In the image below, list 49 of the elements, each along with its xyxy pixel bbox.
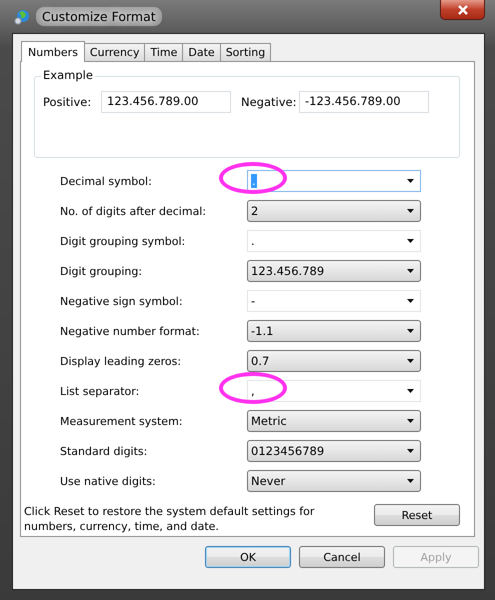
- setting-label: Negative number format:: [60, 324, 201, 338]
- dropdown[interactable]: Metric: [247, 410, 421, 432]
- close-button[interactable]: [440, 0, 485, 20]
- setting-label: Display leading zeros:: [60, 354, 182, 368]
- example-field: 123.456.789.00: [101, 91, 231, 113]
- setting-label: Digit grouping symbol:: [60, 234, 186, 248]
- caret-icon: [407, 179, 414, 183]
- caret-icon: [407, 269, 414, 273]
- setting-label: Measurement system:: [60, 414, 184, 428]
- setting-label: Digit grouping:: [60, 264, 144, 278]
- group-title: Example: [41, 68, 95, 82]
- dropdown[interactable]: Never: [247, 470, 421, 492]
- setting-label: Decimal symbol:: [60, 174, 153, 188]
- dropdown[interactable]: .: [247, 230, 421, 252]
- field-label: Negative:: [241, 95, 298, 109]
- caret-icon: [407, 389, 414, 393]
- dropdown[interactable]: 0.7: [247, 350, 421, 372]
- globe-icon: [14, 8, 30, 24]
- caret-icon: [407, 239, 414, 243]
- dialog-button[interactable]: OK: [205, 546, 291, 568]
- caret-icon: [407, 299, 414, 303]
- setting-label: List separator:: [60, 384, 140, 398]
- dropdown[interactable]: 123.456.789: [247, 260, 421, 282]
- dropdown[interactable]: -1.1: [247, 320, 421, 342]
- caret-icon: [407, 359, 414, 363]
- tab[interactable]: Time: [144, 43, 184, 61]
- example-field: -123.456.789.00: [299, 91, 429, 113]
- dropdown[interactable]: -: [247, 290, 421, 312]
- close-icon: [456, 4, 468, 14]
- dropdown[interactable]: 2: [247, 200, 421, 222]
- tab[interactable]: Currency: [84, 43, 146, 61]
- setting-label: Use native digits:: [60, 474, 157, 488]
- setting-label: Negative sign symbol:: [60, 294, 184, 308]
- caret-icon: [407, 329, 414, 333]
- caret-icon: [407, 419, 414, 423]
- setting-label: Standard digits:: [60, 444, 148, 458]
- reset-hint: Click Reset to restore the system default settings for numbers, currency, time, and date.: [24, 504, 316, 534]
- dialog-button[interactable]: Cancel: [299, 546, 385, 568]
- tab[interactable]: Date: [182, 43, 221, 61]
- caret-icon: [407, 209, 414, 213]
- tab[interactable]: Numbers: [21, 41, 85, 62]
- caret-icon: [407, 449, 414, 453]
- dropdown[interactable]: 0123456789: [247, 440, 421, 462]
- field-label: Positive:: [43, 95, 92, 109]
- reset-button[interactable]: Reset: [374, 504, 460, 526]
- tab[interactable]: Sorting: [220, 43, 272, 61]
- dropdown[interactable]: ,: [247, 380, 421, 402]
- caret-icon: [407, 479, 414, 483]
- setting-label: No. of digits after decimal:: [60, 204, 208, 218]
